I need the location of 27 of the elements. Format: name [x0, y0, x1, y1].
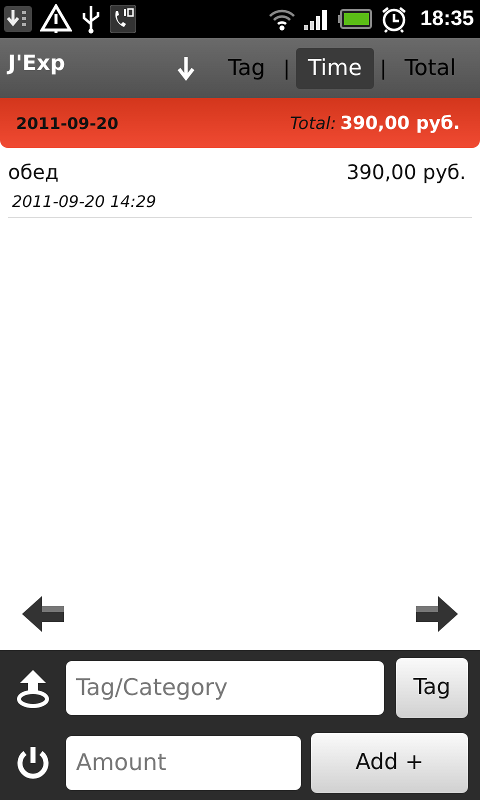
expense-time: 2011-09-20 14:29 — [12, 192, 156, 211]
clock: 18:35 — [420, 7, 474, 31]
app-title: J'Exp — [8, 51, 66, 75]
battery-icon — [338, 9, 372, 29]
amount-field[interactable]: Amount — [66, 736, 301, 790]
expense-name: обед — [8, 160, 59, 184]
tag-button[interactable]: Tag — [396, 658, 468, 718]
total-amount: 390,00 руб. — [340, 112, 460, 134]
tag-field[interactable]: Tag/Category — [66, 660, 384, 714]
download-icon — [4, 6, 32, 32]
warning-icon — [40, 4, 72, 34]
group-date: 2011-09-20 — [16, 114, 118, 132]
total-label: Total: — [290, 114, 336, 134]
right-arrow-icon[interactable] — [414, 594, 460, 634]
usb-icon — [80, 4, 102, 34]
sort-down-icon[interactable] — [176, 55, 196, 81]
expense-row[interactable]: обед 390,00 руб. 2011-09-20 14:29 — [8, 148, 472, 218]
wifi-icon — [268, 7, 296, 31]
tab-separator: | — [283, 56, 290, 80]
upload-icon[interactable] — [15, 668, 51, 708]
tab-separator: | — [380, 56, 387, 80]
left-arrow-icon[interactable] — [20, 594, 66, 634]
add-button[interactable]: Add + — [311, 732, 468, 792]
phone-icon — [110, 5, 136, 33]
expense-amount: 390,00 руб. — [346, 160, 466, 184]
alarm-icon — [380, 5, 408, 33]
tab[interactable]: Time — [296, 48, 374, 88]
